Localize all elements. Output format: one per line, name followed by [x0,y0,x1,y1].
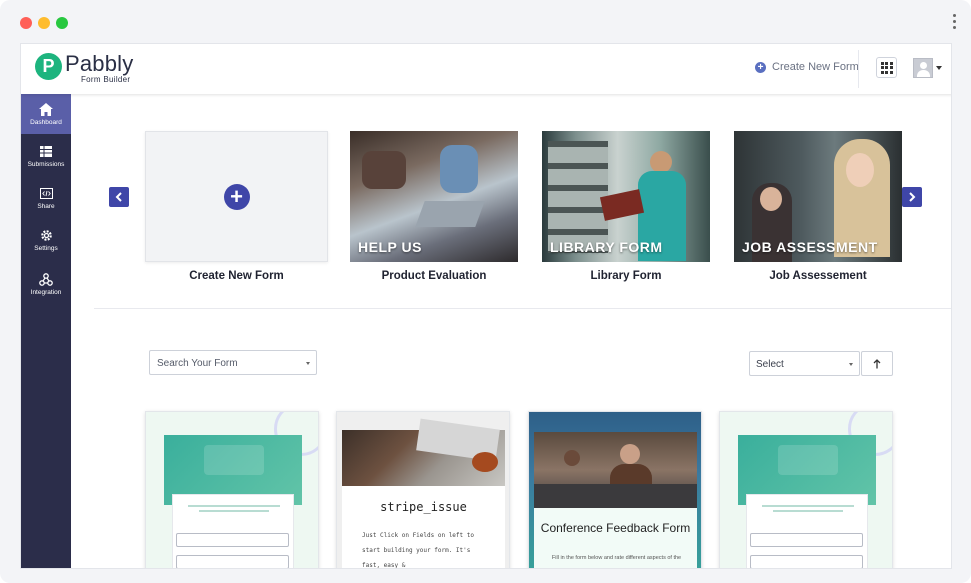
form-description: Just Click on Fields on left to start bu… [362,532,474,569]
create-new-form-link[interactable]: + Create New Form [755,61,859,73]
form-card[interactable] [719,411,893,568]
more-options-icon[interactable] [953,14,957,29]
browser-window: P Pabbly Form Builder + Create New Form [0,0,971,583]
user-avatar[interactable] [913,58,933,78]
caret-down-icon [849,363,853,366]
plus-icon: + [223,183,250,210]
create-new-form-label: Create New Form [772,61,859,73]
person-shape [620,444,640,464]
section-divider [94,308,951,309]
maximize-window-button[interactable] [56,17,68,29]
caret-down-icon [306,362,310,365]
person-shape [564,450,580,466]
form-card-image [534,432,697,508]
template-job-assessment[interactable]: JOB ASSESSMENT Job Assessement [734,131,914,282]
laptop-shape [415,201,485,227]
logo-name: Pabbly [65,51,134,76]
table-icon [39,144,53,158]
coffee-cup-shape [472,452,498,472]
form-card-conference-feedback[interactable]: Conference Feedback Form Fill in the for… [528,411,702,568]
home-icon [39,102,53,116]
form-field [750,533,863,547]
carousel-prev-button[interactable] [109,187,129,207]
header-divider [858,50,859,88]
arrow-up-icon [873,358,881,368]
sidebar: Dashboard Submissions Share Settings Int… [21,94,71,568]
template-thumbnail: LIBRARY FORM [542,131,710,262]
form-title: Conference Feedback Form [540,521,691,535]
template-caption: JOB ASSESSMENT [742,239,878,255]
logo-subtitle: Form Builder [81,75,131,84]
apps-grid-button[interactable] [876,57,897,78]
close-window-button[interactable] [20,17,32,29]
sort-direction-button[interactable] [861,351,893,376]
template-caption: HELP US [358,239,422,255]
sidebar-item-integration[interactable]: Integration [21,264,71,304]
sidebar-label-submissions: Submissions [27,161,65,168]
form-card-stripe-issue[interactable]: stripe_issue Just Click on Fields on lef… [336,411,510,569]
template-caption: LIBRARY FORM [550,239,663,255]
template-name: Product Evaluation [381,270,487,282]
sort-select[interactable]: Select [749,351,860,376]
sort-select-value: Select [756,359,784,370]
logo-mark: P [35,53,62,80]
plus-circle-icon: + [755,61,766,73]
person-shape [440,145,478,193]
form-card-panel: stripe_issue Just Click on Fields on lef… [342,486,505,569]
form-preview [746,494,868,568]
template-thumbnail: HELP US [350,131,518,262]
template-product-evaluation[interactable]: HELP US Product Evaluation [350,131,530,282]
top-header: P Pabbly Form Builder + Create New Form [21,44,951,94]
sidebar-label-share: Share [37,203,55,210]
gear-icon [39,228,53,242]
form-field [750,555,863,568]
app-container: P Pabbly Form Builder + Create New Form [20,43,952,569]
minimize-window-button[interactable] [38,17,50,29]
person-head-shape [650,151,672,173]
sidebar-label-integration: Integration [30,289,62,296]
title-bar [762,505,854,507]
form-description: Fill in the form below and rate differen… [551,555,682,561]
template-library-form[interactable]: LIBRARY FORM Library Form [542,131,722,282]
search-placeholder: Search Your Form [157,358,238,369]
sidebar-item-share[interactable]: Share [21,178,71,218]
form-title: stripe_issue [380,500,467,514]
person-face-shape-2 [846,153,874,187]
title-bar [188,505,280,507]
template-name: Create New Form [189,270,284,282]
sidebar-item-dashboard[interactable]: Dashboard [21,94,71,134]
webhook-icon [39,272,53,286]
subtitle-bar [199,510,269,512]
sidebar-item-submissions[interactable]: Submissions [21,136,71,176]
person-shape-2 [362,151,406,189]
audience-row-shape [534,484,697,508]
pabbly-logo[interactable]: P Pabbly Form Builder [35,53,133,84]
form-card[interactable] [145,411,319,568]
chevron-left-icon [115,192,122,202]
sidebar-item-settings[interactable]: Settings [21,220,71,260]
person-face-shape [760,187,782,211]
form-card-panel: Conference Feedback Form Fill in the for… [534,508,697,568]
form-field [176,533,289,547]
form-card-image [342,418,505,488]
sidebar-label-dashboard: Dashboard [30,119,62,126]
caret-down-icon[interactable] [936,66,942,70]
subtitle-bar [773,510,843,512]
template-create-new-form[interactable]: + Create New Form [145,131,328,282]
sidebar-label-settings: Settings [34,245,58,252]
create-new-form-tile[interactable]: + [145,131,328,262]
form-preview [172,494,294,568]
window-controls [20,17,68,29]
template-name: Job Assessement [769,270,867,282]
code-icon [39,186,53,200]
grid-icon [880,61,893,74]
template-thumbnail: JOB ASSESSMENT [734,131,902,262]
template-name: Library Form [590,270,662,282]
search-forms-dropdown[interactable]: Search Your Form [149,350,317,375]
form-field [176,555,289,568]
